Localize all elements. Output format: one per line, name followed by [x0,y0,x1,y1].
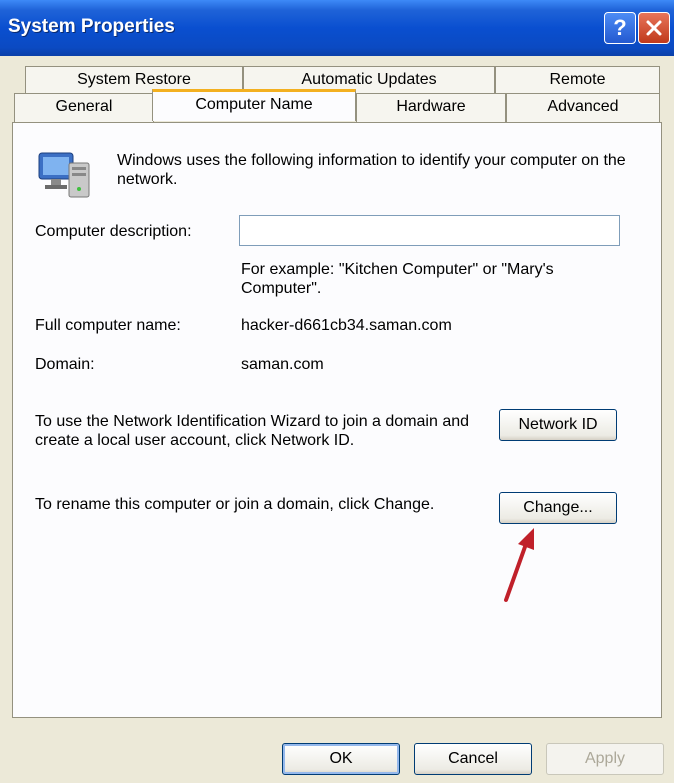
computer-name-panel: Windows uses the following information t… [12,122,662,718]
tab-hardware[interactable]: Hardware [356,93,506,123]
ok-button[interactable]: OK [282,743,400,775]
title-bar: System Properties ? [0,0,674,56]
rename-description: To rename this computer or join a domain… [35,496,435,513]
help-icon[interactable]: ? [604,12,636,44]
network-id-button[interactable]: Network ID [499,409,617,441]
computer-network-icon [38,152,90,198]
tab-general[interactable]: General [14,93,154,123]
change-button[interactable]: Change... [499,492,617,524]
full-name-value: hacker-d661cb34.saman.com [241,317,452,334]
description-label: Computer description: [35,223,192,240]
tab-computer-name[interactable]: Computer Name [152,89,356,121]
cancel-button[interactable]: Cancel [414,743,532,775]
apply-button[interactable]: Apply [546,743,664,775]
full-name-label: Full computer name: [35,317,181,334]
red-arrow-annotation [504,528,534,602]
close-icon[interactable] [638,12,670,44]
computer-description-input[interactable] [239,215,620,246]
domain-label: Domain: [35,356,95,373]
domain-value: saman.com [241,356,324,373]
intro-text: Windows uses the following information t… [117,152,626,188]
network-id-description: To use the Network Identification Wizard… [35,413,470,449]
tab-advanced[interactable]: Advanced [506,93,660,123]
tab-remote[interactable]: Remote [495,66,660,93]
example-text: For example: "Kitchen Computer" or "Mary… [241,261,554,297]
window-title: System Properties [8,16,175,37]
